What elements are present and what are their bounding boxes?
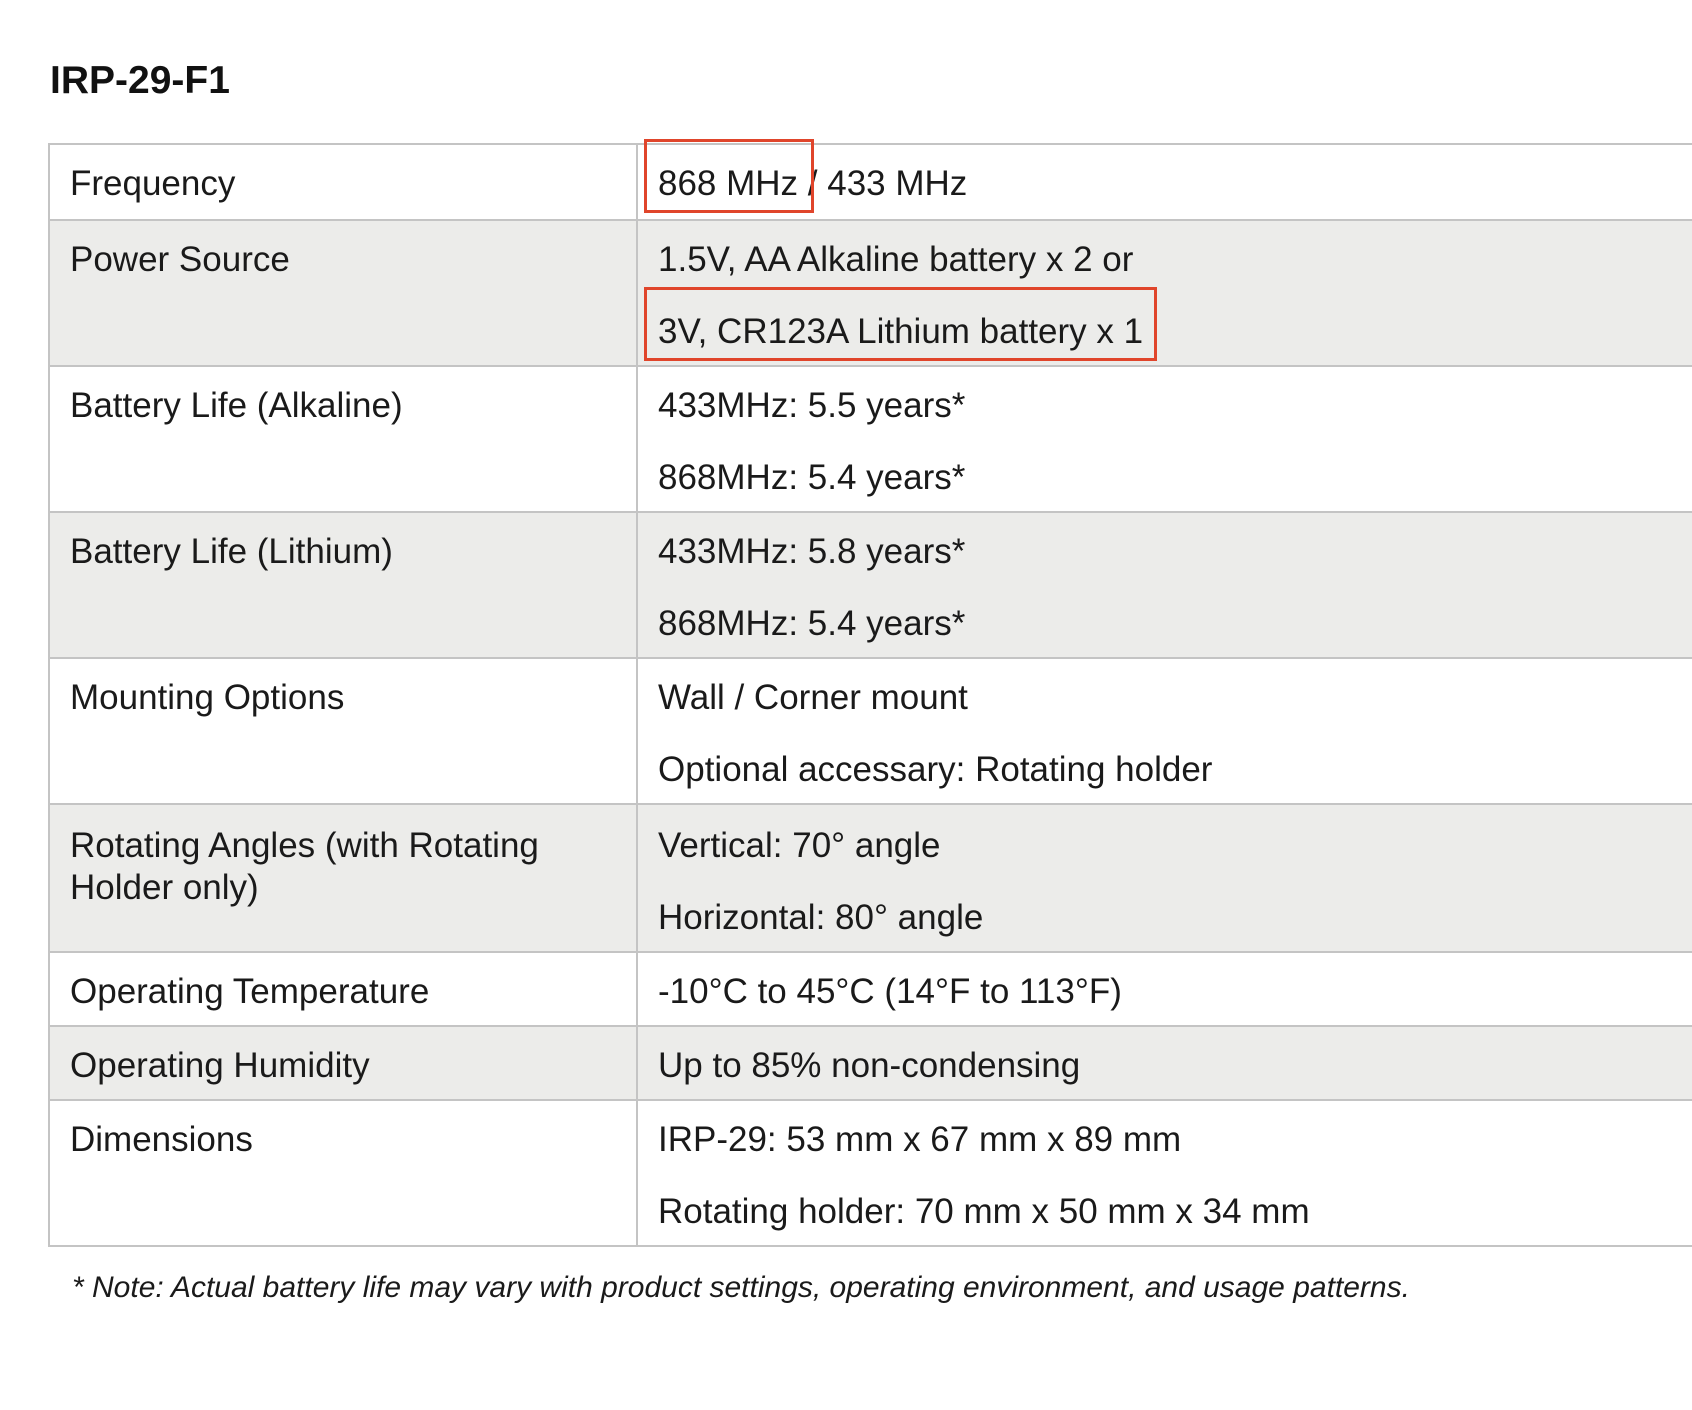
spec-value: Wall / Corner mount Optional accessary: … — [636, 657, 1692, 805]
spec-table: Frequency 868 MHz / 433 MHz Power Source… — [48, 139, 1692, 1247]
spec-row-dimensions: Dimensions IRP-29: 53 mm x 67 mm x 89 mm… — [48, 1099, 1692, 1247]
spec-label: Frequency — [48, 143, 638, 221]
spec-label: Power Source — [48, 219, 638, 367]
spec-value: 433MHz: 5.5 years* 868MHz: 5.4 years* — [636, 365, 1692, 513]
spec-value: Up to 85% non-condensing — [636, 1025, 1692, 1101]
spec-value: 868 MHz / 433 MHz — [636, 139, 1692, 221]
spec-label: Battery Life (Lithium) — [48, 511, 638, 659]
spec-row-battery-life-alkaline: Battery Life (Alkaline) 433MHz: 5.5 year… — [48, 365, 1692, 513]
spec-row-power-source: Power Source 1.5V, AA Alkaline battery x… — [48, 219, 1692, 367]
spec-value: 433MHz: 5.8 years* 868MHz: 5.4 years* — [636, 511, 1692, 659]
spec-row-operating-humidity: Operating Humidity Up to 85% non-condens… — [48, 1025, 1692, 1101]
spec-value: 1.5V, AA Alkaline battery x 2 or 3V, CR1… — [636, 219, 1692, 367]
spec-row-battery-life-lithium: Battery Life (Lithium) 433MHz: 5.8 years… — [48, 511, 1692, 659]
spec-label: Mounting Options — [48, 657, 638, 805]
spec-row-frequency: Frequency 868 MHz / 433 MHz — [48, 139, 1692, 221]
spec-label: Rotating Angles (with Rotating Holder on… — [48, 803, 638, 953]
highlighted-frequency: 868 MHz — [643, 139, 815, 213]
spec-label: Operating Humidity — [48, 1025, 638, 1101]
footnote: * Note: Actual battery life may vary wit… — [72, 1271, 1410, 1304]
alt-frequency: / 433 MHz — [798, 164, 968, 203]
spec-row-mounting-options: Mounting Options Wall / Corner mount Opt… — [48, 657, 1692, 805]
spec-label: Operating Temperature — [48, 951, 638, 1027]
spec-label: Battery Life (Alkaline) — [48, 365, 638, 513]
spec-row-operating-temperature: Operating Temperature -10°C to 45°C (14°… — [48, 951, 1692, 1027]
spec-value: IRP-29: 53 mm x 67 mm x 89 mm Rotating h… — [636, 1099, 1692, 1247]
spec-value: -10°C to 45°C (14°F to 113°F) — [636, 951, 1692, 1027]
spec-value: Vertical: 70° angle Horizontal: 80° angl… — [636, 803, 1692, 953]
highlighted-battery: 3V, CR123A Lithium battery x 1 — [643, 287, 1158, 361]
spec-row-rotating-angles: Rotating Angles (with Rotating Holder on… — [48, 803, 1692, 953]
page-title: IRP-29-F1 — [50, 59, 230, 102]
spec-label: Dimensions — [48, 1099, 638, 1247]
